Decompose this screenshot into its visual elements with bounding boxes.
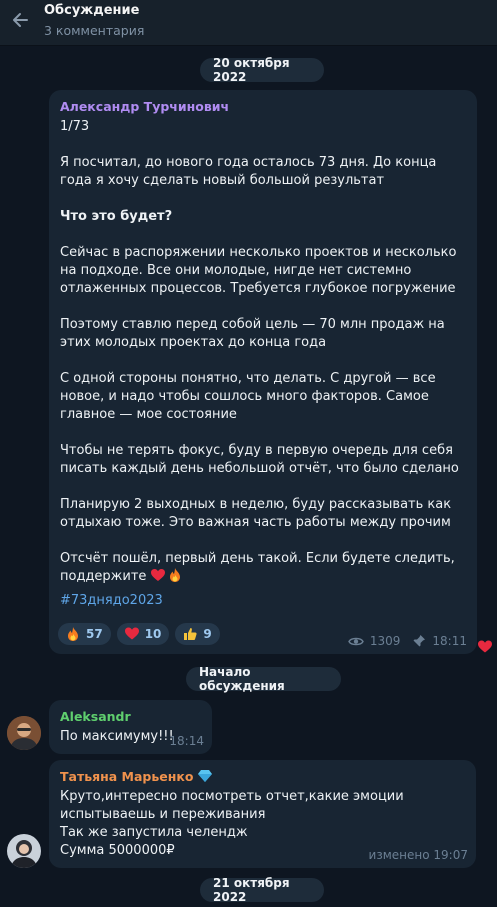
message-time: 18:11 [432,634,467,648]
header-subtitle: 3 комментария [44,23,145,38]
view-count: 1309 [369,634,401,648]
reaction-fire[interactable]: 57 [58,623,111,645]
reaction-heart[interactable]: 10 [116,623,170,645]
message-meta: изменено 19:07 [369,848,468,862]
reaction-thumbs-up[interactable]: 9 [175,623,220,645]
comment-message[interactable]: Aleksandr По максимуму!!! 18:14 [49,700,212,754]
heart-icon[interactable] [478,640,492,654]
back-button[interactable] [8,8,32,32]
reaction-count: 9 [203,627,212,641]
message-time: 18:14 [169,734,204,748]
reactions-bar: 57 10 9 [58,623,220,645]
reaction-count: 10 [144,627,162,641]
post-author[interactable]: Александр Турчинович [60,98,466,116]
avatar[interactable] [7,716,41,750]
fire-icon [68,627,78,641]
message-time: 19:07 [433,848,468,862]
thumbs-up-icon [184,628,197,640]
pin-icon [413,635,426,647]
comment-author[interactable]: Татьяна Марьенко [60,768,465,786]
post-heading: Что это будет? [60,209,173,224]
post-text-body: Сейчас в распоряжении несколько проектов… [60,245,459,584]
date-separator: 21 октября 2022 [200,876,324,904]
post-hashtag[interactable]: #73днядо2023 [60,592,466,610]
heart-emoji-icon [150,569,165,584]
user-photo-icon [7,834,41,868]
fire-emoji-icon [169,568,181,584]
avatar[interactable] [7,834,41,868]
date-separator: 20 октября 2022 [200,56,324,84]
comment-author[interactable]: Aleksandr [60,708,201,726]
diamond-icon [197,770,212,782]
post-text: 1/73 Я посчитал, до нового года осталось… [60,118,466,586]
eye-icon [348,637,364,645]
edited-label: изменено [368,848,430,862]
post-meta: 1309 18:11 [348,634,467,648]
comment-author-name: Татьяна Марьенко [60,769,194,784]
heart-icon [124,627,139,640]
arrow-left-icon [13,13,28,27]
comment-message[interactable]: Татьяна Марьенко Круто,интересно посмотр… [49,760,476,868]
chat-header: Обсуждение 3 комментария [0,0,497,46]
header-title: Обсуждение [44,3,140,18]
post-message[interactable]: Александр Турчинович 1/73 Я посчитал, до… [49,90,477,654]
discussion-start-separator: Начало обсуждения [186,665,341,693]
post-text-intro: 1/73 Я посчитал, до нового года осталось… [60,119,437,188]
reaction-count: 57 [86,627,103,641]
user-photo-icon [7,716,41,750]
